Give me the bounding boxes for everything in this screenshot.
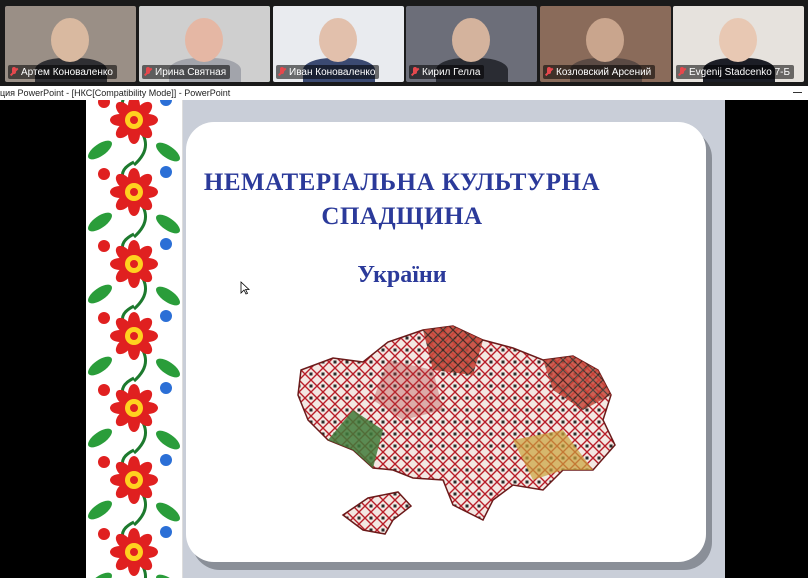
participant-head [51, 18, 89, 62]
participant-head [719, 18, 757, 62]
participant-name-bar: Иван Коноваленко [276, 65, 380, 79]
slide: НЕМАТЕРІАЛЬНА КУЛЬТУРНА СПАДЩИНА України [86, 100, 725, 578]
participant-tile[interactable]: Ирина Святная [139, 6, 270, 82]
participant-tile[interactable]: Иван Коноваленко [273, 6, 404, 82]
participant-name: Артем Коноваленко [21, 66, 113, 78]
participant-head [452, 18, 490, 62]
window-title: ция PowerPoint - [НКС[Compatibility Mode… [0, 88, 231, 98]
mic-muted-icon [278, 67, 286, 77]
participant-head [586, 18, 624, 62]
mic-muted-icon [144, 67, 152, 77]
floral-ornament-image [86, 100, 183, 578]
participant-tile[interactable]: Evgenij Stadcenko 7-Б [673, 6, 804, 82]
participant-name-bar: Evgenij Stadcenko 7-Б [676, 65, 795, 79]
participant-name-bar: Ирина Святная [142, 65, 231, 79]
participant-name: Кирил Гелла [422, 66, 481, 78]
participant-tile[interactable]: Кирил Гелла [406, 6, 537, 82]
slide-title: НЕМАТЕРІАЛЬНА КУЛЬТУРНА СПАДЩИНА [203, 169, 601, 230]
mic-muted-icon [10, 67, 18, 77]
minimize-button[interactable] [793, 92, 802, 93]
participant-strip: Артем Коноваленко Ирина Святная Иван Конов… [0, 0, 808, 86]
mic-muted-icon [678, 67, 686, 77]
participant-name-bar: Кирил Гелла [409, 65, 485, 79]
powerpoint-title-bar: ция PowerPoint - [НКС[Compatibility Mode… [0, 86, 808, 100]
participant-name: Evgenij Stadcenko 7-Б [689, 66, 791, 78]
mic-muted-icon [411, 67, 419, 77]
participant-tile[interactable]: Артем Коноваленко [5, 6, 136, 82]
mic-muted-icon [545, 67, 553, 77]
ukraine-map-embroidery-image [293, 320, 618, 548]
participant-head [319, 18, 357, 62]
participant-name: Иван Коноваленко [289, 66, 376, 78]
participant-tile[interactable]: Козловский Арсений [540, 6, 671, 82]
participant-name-bar: Артем Коноваленко [8, 65, 117, 79]
participant-name: Козловский Арсений [556, 66, 652, 78]
mouse-cursor-icon [240, 281, 250, 295]
participant-name: Ирина Святная [155, 66, 227, 78]
participant-name-bar: Козловский Арсений [543, 65, 656, 79]
participant-head [185, 18, 223, 62]
